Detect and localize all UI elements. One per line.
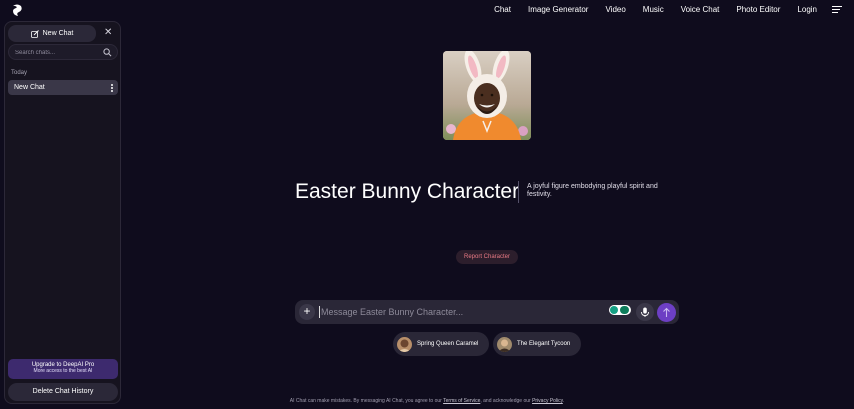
sidebar-chat-item[interactable]: New Chat bbox=[8, 80, 118, 95]
suggestion-spring-queen-caramel[interactable]: Spring Queen Caramel bbox=[393, 332, 489, 356]
top-bar: Chat Image Generator Video Music Voice C… bbox=[0, 0, 854, 20]
character-avatar bbox=[443, 51, 531, 140]
suggestion-the-elegant-tycoon[interactable]: The Elegant Tycoon bbox=[493, 332, 581, 356]
close-sidebar-icon[interactable]: ✕ bbox=[104, 27, 112, 39]
character-description: A joyful figure embodying playful spirit… bbox=[527, 183, 658, 198]
nav-music[interactable]: Music bbox=[643, 4, 664, 15]
nav-voice-chat[interactable]: Voice Chat bbox=[681, 4, 720, 15]
new-chat-button[interactable]: New Chat bbox=[8, 25, 96, 42]
sidebar: New Chat ✕ Today New Chat Upgrade to Dee… bbox=[4, 21, 121, 404]
new-chat-label: New Chat bbox=[42, 30, 74, 37]
footer-text-middle: , and acknowledge our bbox=[480, 398, 533, 404]
top-nav: Chat Image Generator Video Music Voice C… bbox=[494, 4, 842, 15]
attach-plus-icon[interactable]: + bbox=[299, 304, 315, 320]
upgrade-subtitle: More access to the best AI bbox=[33, 368, 93, 374]
microphone-icon[interactable] bbox=[636, 303, 654, 321]
footer-text-after: . bbox=[562, 398, 565, 404]
nav-video[interactable]: Video bbox=[605, 4, 625, 15]
edit-icon bbox=[30, 29, 39, 38]
report-character-button[interactable]: Report Character bbox=[456, 250, 518, 264]
title-divider bbox=[518, 181, 519, 203]
nav-photo-editor[interactable]: Photo Editor bbox=[736, 4, 780, 15]
upgrade-pro-button[interactable]: Upgrade to DeepAI Pro More access to the… bbox=[8, 359, 118, 379]
more-options-icon[interactable] bbox=[111, 84, 113, 92]
deepai-logo-icon[interactable] bbox=[10, 3, 24, 17]
search-chats-box bbox=[8, 44, 118, 60]
nav-login[interactable]: Login bbox=[797, 4, 817, 15]
message-input[interactable] bbox=[319, 306, 599, 318]
terms-of-service-link[interactable]: Terms of Service bbox=[443, 398, 480, 404]
suggestion-avatar bbox=[397, 336, 412, 352]
nav-image-generator[interactable]: Image Generator bbox=[528, 4, 588, 15]
grammarly-icon[interactable] bbox=[609, 305, 631, 315]
search-icon[interactable] bbox=[103, 48, 112, 57]
suggestion-label: The Elegant Tycoon bbox=[517, 341, 571, 347]
chat-item-label: New Chat bbox=[14, 84, 45, 91]
section-label-today: Today bbox=[11, 70, 28, 76]
character-name: Easter Bunny Character bbox=[295, 180, 520, 203]
suggestion-label: Spring Queen Caramel bbox=[417, 341, 479, 347]
nav-chat[interactable]: Chat bbox=[494, 4, 511, 15]
disclaimer-footer: AI Chat can make mistakes. By messaging … bbox=[0, 398, 854, 404]
send-arrow-icon[interactable] bbox=[657, 303, 676, 322]
suggestion-avatar bbox=[497, 336, 512, 352]
search-chats-input[interactable] bbox=[15, 47, 95, 58]
hamburger-menu-icon[interactable] bbox=[832, 4, 842, 15]
privacy-policy-link[interactable]: Privacy Policy bbox=[532, 398, 563, 404]
footer-text-before: AI Chat can make mistakes. By messaging … bbox=[289, 398, 444, 404]
message-composer: + bbox=[295, 300, 679, 324]
